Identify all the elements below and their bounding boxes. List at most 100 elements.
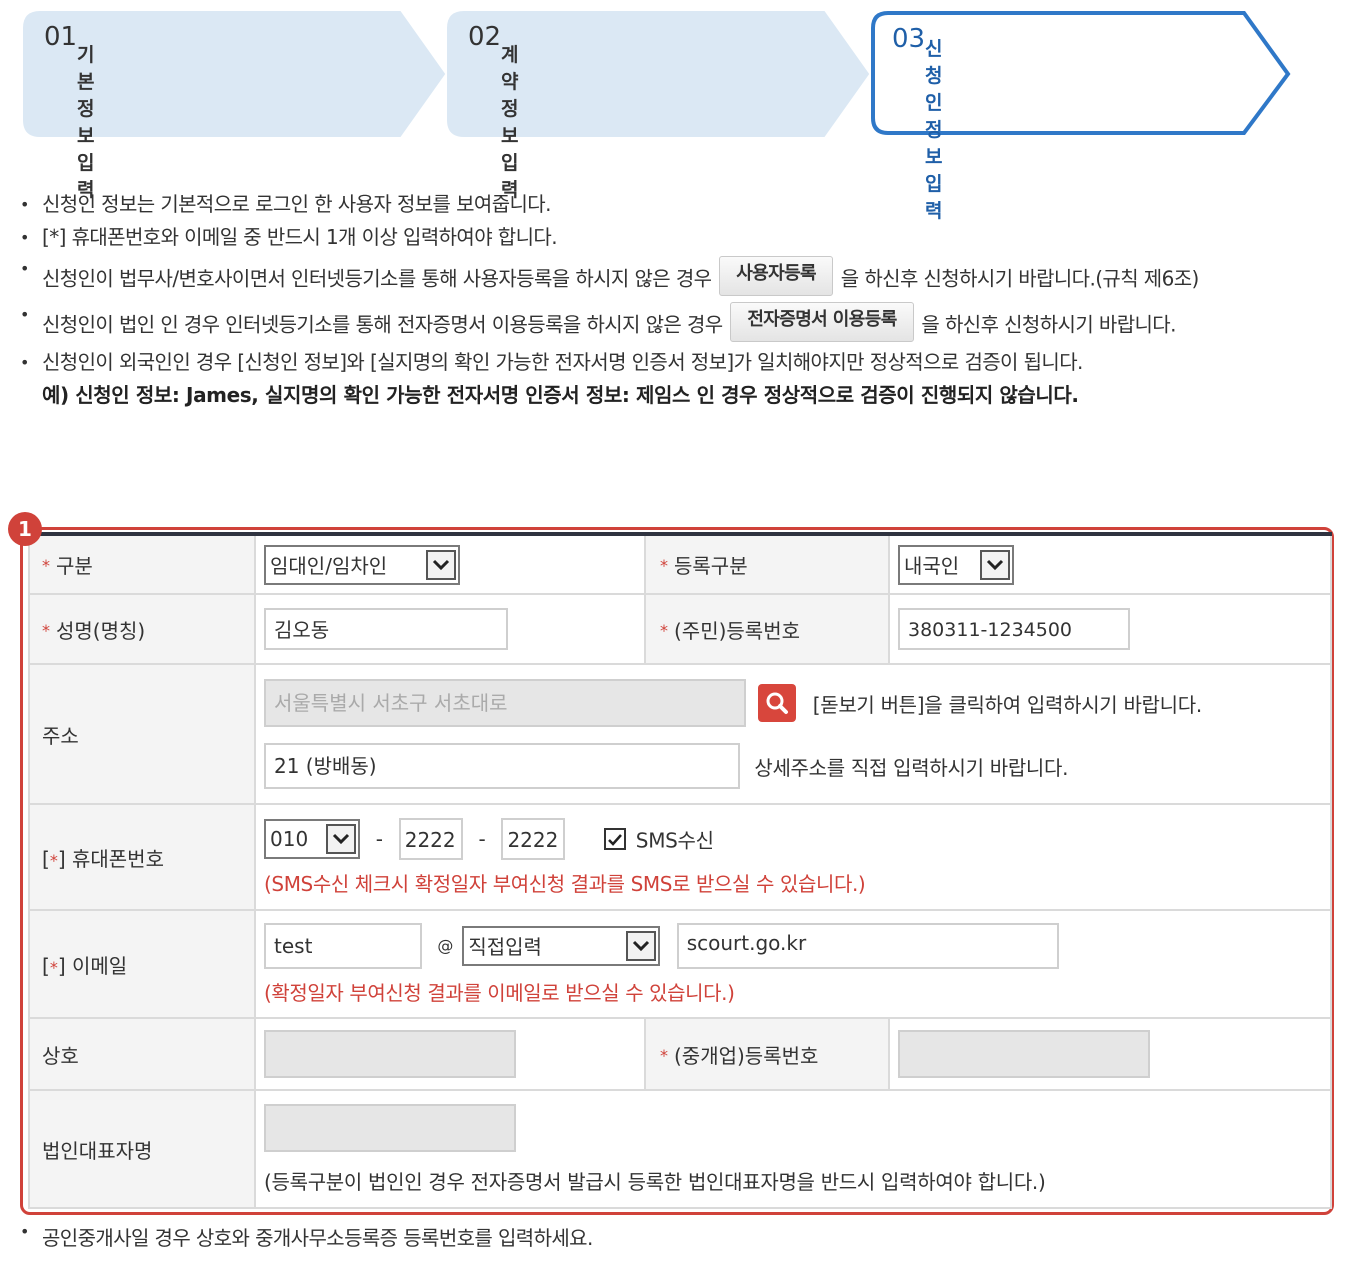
notice-item: [*] 휴대폰번호와 이메일 중 반드시 1개 이상 입력하여야 합니다. <box>20 221 1330 254</box>
notice-item: 신청인이 외국인인 경우 [신청인 정보]와 [실지명의 확인 가능한 전자서명… <box>20 346 1330 379</box>
email-label: ] 이메일 <box>57 953 128 978</box>
chevron-down-icon <box>426 549 456 580</box>
notice-text: 을 하신후 신청하시기 바랍니다. <box>921 312 1176 337</box>
type-label-cell: * 구분 <box>28 533 256 595</box>
idnum-label-cell: * (주민)등록번호 <box>644 593 890 665</box>
company-label-cell: 상호 <box>28 1017 256 1091</box>
chevron-down-icon <box>980 549 1010 580</box>
email-domain-input[interactable]: scourt.go.kr <box>676 922 1059 969</box>
required-mark: * <box>660 1045 668 1065</box>
phone-last-input[interactable]: 2222 <box>501 817 566 860</box>
notice-example: 예) 신청인 정보: James, 실지명의 확인 가능한 전자서명 인증서 정… <box>42 383 1079 407</box>
regtype-label-cell: * 등록구분 <box>644 533 890 595</box>
broker-reg-input[interactable] <box>898 1030 1150 1078</box>
form-row-type: * 구분 임대인/임차인 * 등록구분 내국인 <box>28 533 1332 595</box>
name-label-cell: * 성명(명칭) <box>28 593 256 665</box>
form-row-email: [*] 이메일 test @ 직접입력 scourt.go.kr (확정일자 부… <box>28 909 1332 1019</box>
company-input[interactable] <box>264 1030 516 1078</box>
email-at-sign: @ <box>437 936 454 955</box>
notice-text: 신청인이 법무사/변호사이면서 인터넷등기소를 통해 사용자등록을 하시지 않은… <box>42 266 712 291</box>
phone-prefix-value: 010 <box>270 826 309 851</box>
company-value-cell <box>254 1017 646 1091</box>
name-input[interactable]: 김오동 <box>264 608 508 650</box>
regtype-select[interactable]: 내국인 <box>898 544 1014 585</box>
company-label: 상호 <box>42 1043 79 1068</box>
notice-text: 을 하신후 신청하시기 바랍니다.(규칙 제6조) <box>840 266 1200 291</box>
email-domain-select[interactable]: 직접입력 <box>462 925 661 966</box>
phone-label-prefix: [ <box>42 846 50 871</box>
addr-line-2: 21 (방배동) 상세주소를 직접 입력하시기 바랍니다. <box>264 743 1330 789</box>
chevron-down-icon <box>626 930 657 961</box>
step-indicator: 01 기본정보 입력 02 계약정보 입력 03 신청인정보 입력 <box>22 10 1302 222</box>
broker-value-cell <box>888 1017 1332 1091</box>
rep-value-cell: (등록구분이 법인인 경우 전자증명서 발급시 등록한 법인대표자명을 반드시 … <box>254 1089 1332 1209</box>
required-mark: * <box>49 850 58 870</box>
phone-prefix-select[interactable]: 010 <box>264 818 360 859</box>
representative-input[interactable] <box>264 1103 516 1152</box>
notice-item: 신청인이 법무사/변호사이면서 인터넷등기소를 통해 사용자등록을 하시지 않은… <box>20 252 1330 300</box>
address-detail-input[interactable]: 21 (방배동) <box>264 743 740 789</box>
notice-item: 신청인이 법인 인 경우 인터넷등기소를 통해 전자증명서 이용등록을 하시지 … <box>20 298 1330 346</box>
step-1-number: 01 <box>44 22 78 52</box>
required-mark: * <box>660 620 668 640</box>
type-label: 구분 <box>56 554 93 578</box>
addr-line-1: 서울특별시 서초구 서초대로 [돋보기 버튼]을 클릭하여 입력하시기 바랍니다… <box>264 679 1330 727</box>
form-row-company: 상호 * (중개업)등록번호 <box>28 1017 1332 1091</box>
regtype-label: 등록구분 <box>674 554 748 578</box>
notice-item: 신청인 정보는 기본적으로 로그인 한 사용자 정보를 보여줍니다. <box>20 188 1330 221</box>
address-help: [돋보기 버튼]을 클릭하여 입력하시기 바랍니다. <box>812 692 1203 717</box>
check-icon <box>607 833 622 846</box>
type-value-cell: 임대인/임차인 <box>254 533 646 595</box>
addr-value-cell: 서울특별시 서초구 서초대로 [돋보기 버튼]을 클릭하여 입력하시기 바랍니다… <box>254 663 1332 805</box>
broker-label: (중개업)등록번호 <box>674 1043 819 1068</box>
e-certificate-register-button[interactable]: 전자증명서 이용등록 <box>730 302 914 342</box>
section-number-badge: 1 <box>8 512 42 546</box>
phone-label-cell: [*] 휴대폰번호 <box>28 803 256 911</box>
address-search-button[interactable] <box>758 684 797 722</box>
form-row-phone: [*] 휴대폰번호 010 - 2222 - 2222 SMS수신 (SMS수신… <box>28 803 1332 911</box>
step-3-number: 03 <box>892 24 926 54</box>
search-icon <box>766 692 789 714</box>
name-value-cell: 김오동 <box>254 593 646 665</box>
notice-text: 신청인이 법인 인 경우 인터넷등기소를 통해 전자증명서 이용등록을 하시지 … <box>42 312 723 337</box>
email-note: (확정일자 부여신청 결과를 이메일로 받으실 수 있습니다.) <box>264 980 735 1005</box>
form-row-name: * 성명(명칭) 김오동 * (주민)등록번호 380311-1234500 <box>28 593 1332 665</box>
required-mark: * <box>660 556 668 575</box>
email-value-cell: test @ 직접입력 scourt.go.kr (확정일자 부여신청 결과를 … <box>254 909 1332 1019</box>
required-mark: * <box>49 957 58 977</box>
user-register-button[interactable]: 사용자등록 <box>719 256 834 296</box>
rep-note: (등록구분이 법인인 경우 전자증명서 발급시 등록한 법인대표자명을 반드시 … <box>264 1169 1046 1194</box>
footnote: 공인중개사일 경우 상호와 중개사무소등록증 등록번호를 입력하세요. <box>20 1222 593 1251</box>
applicant-form-table: * 구분 임대인/임차인 * 등록구분 내국인 * 성명(명칭) 김오동 * (… <box>28 532 1332 1209</box>
idnum-value-cell: 380311-1234500 <box>888 593 1332 665</box>
phone-value-cell: 010 - 2222 - 2222 SMS수신 (SMS수신 체크시 확정일자 … <box>254 803 1332 911</box>
idnum-input[interactable]: 380311-1234500 <box>898 608 1130 650</box>
email-inputs: test @ 직접입력 scourt.go.kr <box>264 922 1330 969</box>
type-select[interactable]: 임대인/임차인 <box>264 544 460 585</box>
rep-label-cell: 법인대표자명 <box>28 1089 256 1209</box>
address-input[interactable]: 서울특별시 서초구 서초대로 <box>264 679 746 727</box>
phone-label: ] 휴대폰번호 <box>57 846 164 871</box>
phone-dash: - <box>478 826 486 851</box>
phone-note: (SMS수신 체크시 확정일자 부여신청 결과를 SMS로 받으실 수 있습니다… <box>264 871 866 896</box>
phone-dash: - <box>375 826 383 851</box>
required-mark: * <box>42 556 50 575</box>
step-2-number: 02 <box>468 22 502 52</box>
chevron-down-icon <box>326 823 356 854</box>
address-detail-help: 상세주소를 직접 입력하시기 바랍니다. <box>754 755 1069 780</box>
sms-label: SMS수신 <box>635 828 714 852</box>
rep-input-line <box>264 1103 1330 1152</box>
addr-label-cell: 주소 <box>28 663 256 805</box>
regtype-value-cell: 내국인 <box>888 533 1332 595</box>
phone-inputs: 010 - 2222 - 2222 SMS수신 <box>264 817 1330 860</box>
regtype-select-value: 내국인 <box>904 554 960 578</box>
notice-list: 신청인 정보는 기본적으로 로그인 한 사용자 정보를 보여줍니다. [*] 휴… <box>20 188 1330 412</box>
step-2-title: 계약정보 입력 <box>501 44 519 201</box>
step-1-title: 기본정보 입력 <box>77 44 95 201</box>
email-label-prefix: [ <box>42 953 50 978</box>
email-domain-select-value: 직접입력 <box>468 935 542 959</box>
sms-checkbox[interactable] <box>603 827 626 850</box>
required-mark: * <box>42 620 50 640</box>
phone-middle-input[interactable]: 2222 <box>398 817 463 860</box>
email-id-input[interactable]: test <box>264 922 422 969</box>
